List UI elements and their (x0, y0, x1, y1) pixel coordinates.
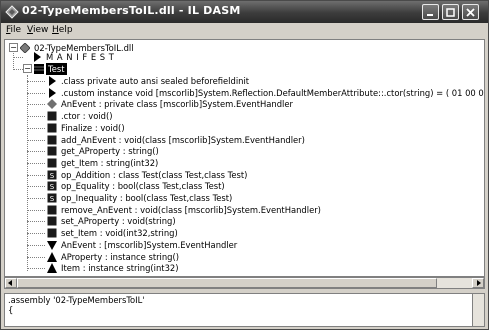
method-icon (47, 228, 57, 238)
tree-line (27, 162, 45, 164)
manifest-icon (34, 52, 41, 62)
close-icon (466, 7, 475, 17)
field-icon (47, 99, 57, 110)
vertical-scrollbar[interactable] (472, 294, 484, 326)
tree-line (13, 69, 23, 70)
tree-node-label: set_Item : void(int32,string) (61, 228, 178, 239)
tree-line (27, 116, 45, 118)
tree-line (27, 151, 45, 153)
tree-node-label: Finalize : void() (61, 122, 125, 133)
method-icon (47, 111, 57, 121)
tree-line (27, 256, 45, 258)
svg-text:S: S (50, 195, 55, 203)
scroll-left-button[interactable] (5, 278, 17, 288)
class-info-icon (49, 87, 56, 98)
assembly-icon (20, 43, 30, 53)
scroll-right-button[interactable] (472, 278, 484, 288)
tree-line (27, 198, 45, 199)
arrow-left-icon (8, 280, 12, 286)
ildasm-app-icon (5, 5, 19, 19)
method-icon (47, 146, 57, 156)
tree-view[interactable]: − 02-TypeMembersToIL.dll M A N I F E S T… (4, 39, 485, 277)
collapse-toggle[interactable]: − (23, 64, 32, 73)
tree-line (27, 233, 45, 235)
menu-help[interactable]: Help (52, 25, 73, 35)
method-icon (47, 205, 57, 215)
property-icon (47, 251, 57, 262)
output-line: { (8, 305, 14, 315)
arrow-right-icon (477, 280, 481, 286)
close-button[interactable] (462, 4, 479, 20)
menu-help-rest: elp (58, 25, 73, 35)
class-icon (34, 64, 44, 74)
method-icon (47, 216, 57, 226)
method-icon (47, 158, 57, 168)
menu-file-rest: ile (10, 25, 22, 35)
tree-node-label: AnEvent : private class [mscorlib]System… (61, 99, 293, 110)
menu-view-rest: iew (32, 25, 49, 35)
svg-text:S: S (50, 172, 55, 180)
tree-line (27, 104, 45, 106)
tree-node-label: .class private auto ansi sealed beforefi… (61, 76, 250, 86)
output-pane[interactable]: .assembly '02-TypeMembersToIL' { (4, 293, 485, 327)
method-icon (47, 135, 57, 144)
event-icon (47, 240, 57, 250)
output-line: .assembly '02-TypeMembersToIL' (8, 295, 145, 305)
minimize-button[interactable] (422, 4, 439, 20)
tree-node-label: add_AnEvent : void(class [mscorlib]Syste… (61, 134, 305, 145)
maximize-button[interactable] (442, 4, 459, 20)
tree-node-label: .ctor : void() (61, 111, 113, 122)
tree-node-label: M A N I F E S T (46, 52, 115, 62)
minimize-icon (427, 13, 433, 16)
ildasm-window: 02-TypeMembersToIL.dll - IL DASM File Vi… (0, 0, 489, 330)
tree-line (27, 139, 45, 141)
tree-line (27, 186, 45, 188)
tree-node-label: op_Equality : bool(class Test,class Test… (61, 181, 225, 192)
tree-node-label: AnEvent : [mscorlib]System.EventHandler (61, 239, 238, 250)
tree-line (13, 57, 23, 58)
tree-node-label: get_AProperty : string() (61, 146, 159, 157)
tree-node-label: get_Item : string(int32) (61, 157, 159, 168)
maximize-icon (446, 7, 455, 17)
tree-line (27, 268, 45, 270)
tree-line (13, 50, 14, 70)
tree-line (27, 127, 45, 129)
scroll-thumb[interactable] (17, 278, 437, 288)
static-method-icon: S (47, 170, 57, 180)
tree-node-label: remove_AnEvent : void(class [mscorlib]Sy… (61, 204, 321, 215)
tree-line (27, 221, 45, 223)
window-title: 02-TypeMembersToIL.dll - IL DASM (22, 4, 241, 17)
class-info-icon (49, 76, 56, 86)
static-method-icon: S (47, 193, 57, 203)
horizontal-scrollbar[interactable] (4, 277, 485, 289)
tree-node-label: op_Inequality : bool(class Test,class Te… (61, 193, 233, 203)
menu-view[interactable]: View (27, 25, 48, 35)
tree-node-label: AProperty : instance string() (61, 251, 180, 262)
tree-line (27, 174, 45, 176)
title-bar[interactable]: 02-TypeMembersToIL.dll - IL DASM (1, 1, 488, 23)
tree-line (27, 92, 45, 94)
static-method-icon: S (47, 181, 57, 191)
tree-node-label: Test (46, 63, 67, 75)
tree-node-label: Item : instance string(int32) (61, 263, 179, 274)
menu-help-accel: H (52, 25, 59, 35)
tree-node-label: op_Addition : class Test(class Test,clas… (61, 169, 248, 180)
tree-line (27, 81, 45, 82)
method-icon (47, 123, 57, 133)
menu-file[interactable]: File (6, 25, 21, 35)
tree-line (27, 209, 45, 211)
menu-bar: File View Help (1, 23, 488, 39)
svg-text:S: S (50, 183, 55, 191)
tree-node-label: .custom instance void [mscorlib]System.R… (61, 87, 484, 98)
tree-line (27, 244, 45, 246)
collapse-toggle[interactable]: − (9, 43, 18, 52)
tree-node-label: set_AProperty : void(string) (61, 216, 176, 227)
property-icon (47, 263, 57, 274)
